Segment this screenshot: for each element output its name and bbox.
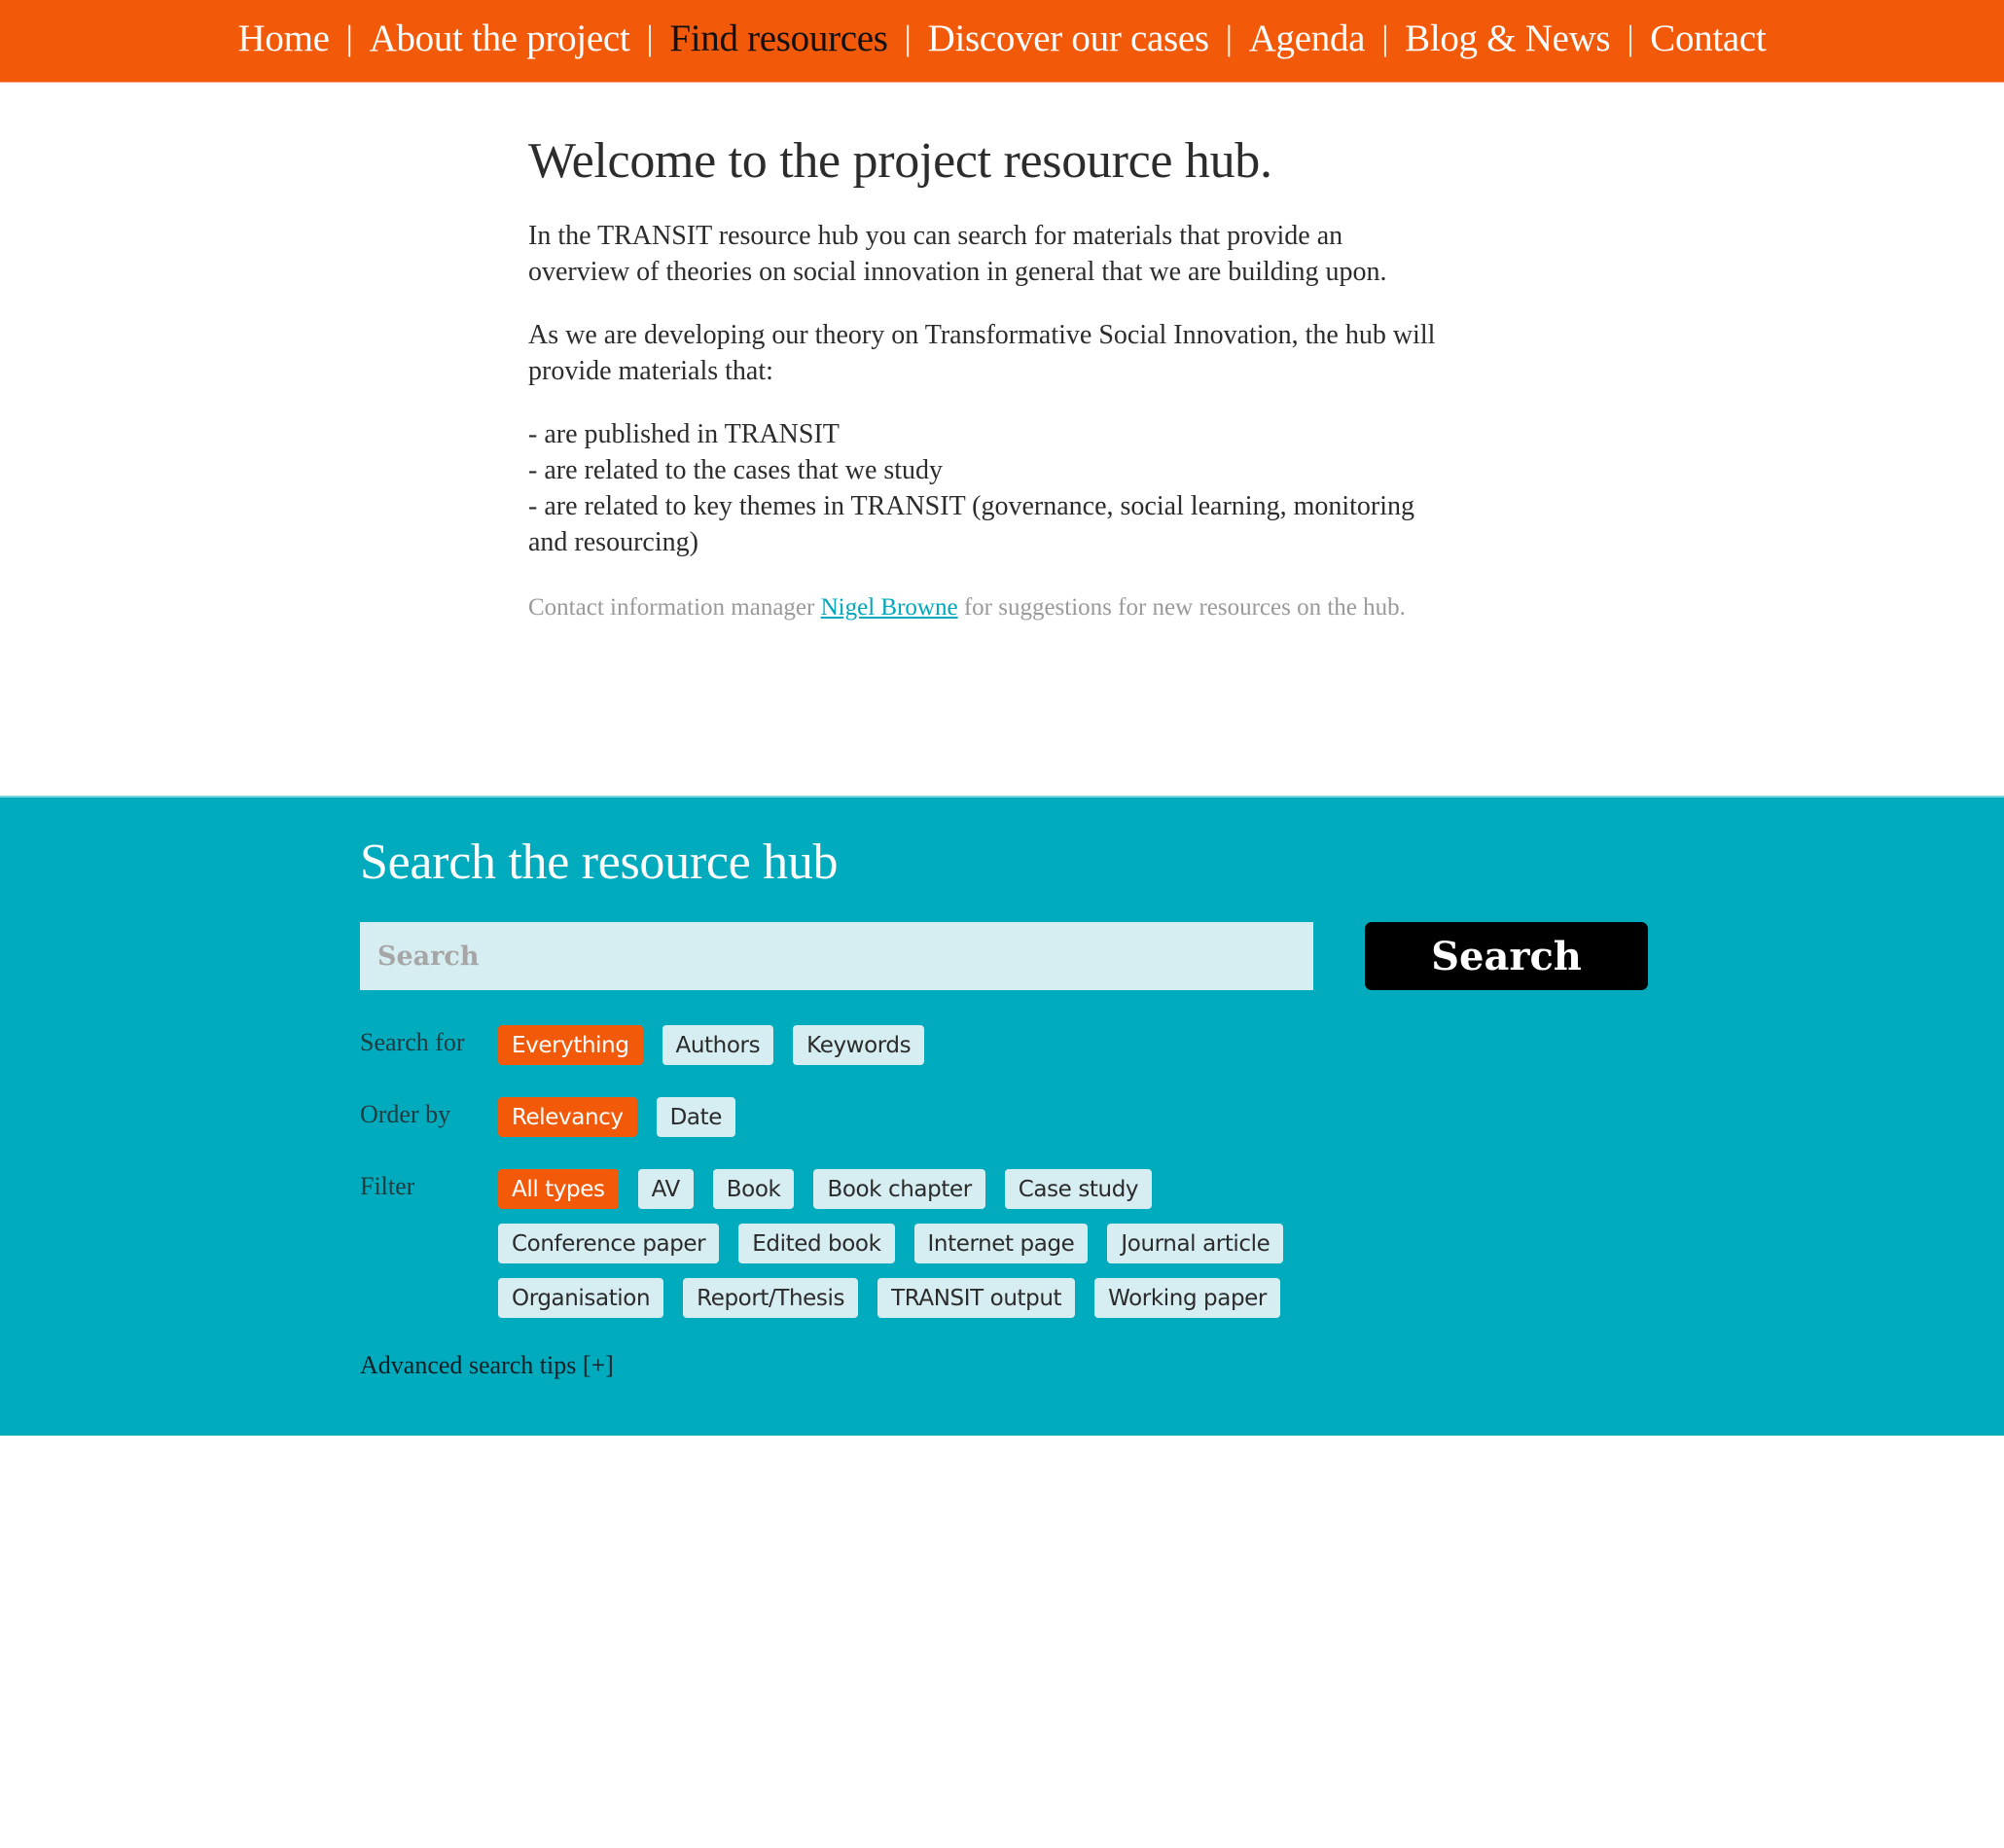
search-section-title: Search the resource hub [360, 835, 839, 890]
search-section: Search the resource hub Search Search fo… [0, 796, 2004, 1436]
search-for-label: Search for [360, 1028, 465, 1056]
filter-edited-book[interactable]: Edited book [738, 1224, 895, 1263]
search-input[interactable] [360, 922, 1313, 990]
filter-av[interactable]: AV [637, 1169, 694, 1209]
search-for-row: Search for Everything Authors Keywords [360, 1025, 1354, 1065]
nav-separator: | [1225, 18, 1233, 57]
main-navigation: Home | About the project | Find resource… [0, 0, 2004, 83]
order-by-row: Order by Relevancy Date [360, 1097, 1354, 1137]
search-for-everything[interactable]: Everything [498, 1025, 643, 1065]
nav-separator: | [1627, 18, 1634, 57]
nav-separator: | [1381, 18, 1389, 57]
search-for-keywords[interactable]: Keywords [793, 1025, 925, 1065]
page-title: Welcome to the project resource hub. [528, 133, 1272, 189]
nav-home[interactable]: Home [238, 17, 330, 60]
nav-separator: | [904, 18, 912, 57]
nav-blog-news[interactable]: Blog & News [1405, 17, 1611, 60]
contact-note: Contact information manager Nigel Browne… [528, 589, 1448, 626]
list-item: - are published in TRANSIT [528, 419, 840, 449]
filter-conference-paper[interactable]: Conference paper [498, 1224, 720, 1263]
nav-links: Home | About the project | Find resource… [238, 17, 1767, 60]
filter-journal-article[interactable]: Journal article [1107, 1224, 1284, 1263]
materials-list: - are published in TRANSIT - are related… [528, 416, 1448, 560]
search-button[interactable]: Search [1365, 922, 1648, 990]
filter-book-chapter[interactable]: Book chapter [813, 1169, 985, 1209]
contact-text-before: Contact information manager [528, 594, 821, 621]
order-by-relevancy[interactable]: Relevancy [498, 1097, 637, 1137]
order-by-date[interactable]: Date [656, 1097, 735, 1137]
search-for-options: Everything Authors Keywords [498, 1025, 1354, 1065]
filter-organisation[interactable]: Organisation [498, 1278, 664, 1318]
nav-find-resources[interactable]: Find resources [669, 17, 888, 60]
filter-book[interactable]: Book [712, 1169, 795, 1209]
filter-row: Filter All types AV Book Book chapter Ca… [360, 1169, 1354, 1318]
contact-text-after: for suggestions for new resources on the… [957, 594, 1406, 621]
filter-internet-page[interactable]: Internet page [913, 1224, 1089, 1263]
intro-section: Welcome to the project resource hub. In … [528, 126, 1448, 626]
contact-manager-link[interactable]: Nigel Browne [821, 594, 958, 621]
nav-separator: | [646, 18, 654, 57]
filter-options: All types AV Book Book chapter Case stud… [498, 1169, 1354, 1318]
list-item: - are related to key themes in TRANSIT (… [528, 491, 1415, 557]
filter-label: Filter [360, 1172, 415, 1200]
search-for-authors[interactable]: Authors [662, 1025, 774, 1065]
filter-case-study[interactable]: Case study [1004, 1169, 1153, 1209]
nav-contact[interactable]: Contact [1650, 17, 1767, 60]
order-by-options: Relevancy Date [498, 1097, 1354, 1137]
advanced-search-tips-toggle[interactable]: Advanced search tips [+] [360, 1348, 614, 1383]
nav-about-the-project[interactable]: About the project [370, 17, 630, 60]
intro-paragraph-1: In the TRANSIT resource hub you can sear… [528, 221, 1387, 287]
nav-separator: | [345, 18, 353, 57]
filter-transit-output[interactable]: TRANSIT output [877, 1278, 1076, 1318]
filter-all-types[interactable]: All types [498, 1169, 619, 1209]
nav-discover-our-cases[interactable]: Discover our cases [928, 17, 1209, 60]
nav-agenda[interactable]: Agenda [1249, 17, 1366, 60]
list-item: - are related to the cases that we study [528, 455, 944, 485]
order-by-label: Order by [360, 1100, 451, 1128]
intro-paragraph-2: As we are developing our theory on Trans… [528, 320, 1436, 386]
filter-working-paper[interactable]: Working paper [1094, 1278, 1280, 1318]
filter-report-thesis[interactable]: Report/Thesis [683, 1278, 859, 1318]
